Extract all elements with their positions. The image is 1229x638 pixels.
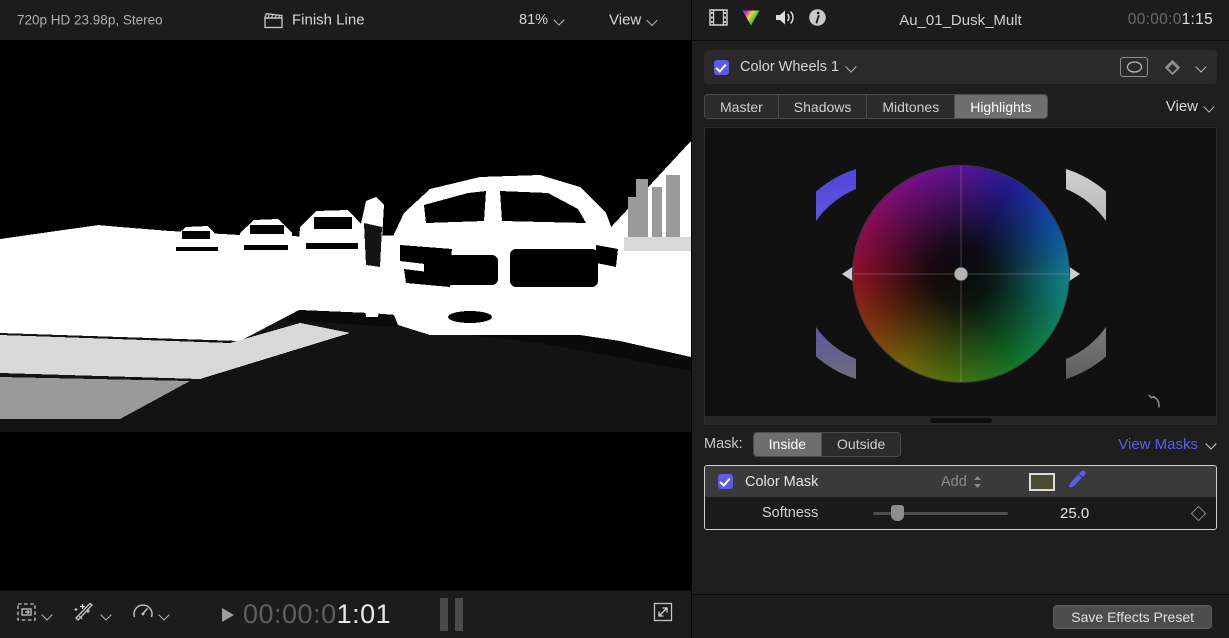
highlights-color-wheel[interactable] <box>816 144 1106 404</box>
chevron-down-icon <box>555 15 565 25</box>
tab-shadows[interactable]: Shadows <box>779 95 868 118</box>
zoom-level-menu[interactable]: 81% <box>519 12 565 28</box>
wheel-scrollbar-thumb[interactable] <box>930 418 992 423</box>
softness-slider-knob[interactable] <box>891 505 904 521</box>
inspector-timecode-dim: 00:00:0 <box>1128 11 1182 28</box>
inspector-header: Au_01_Dusk_Mult 00:00:01:15 <box>692 0 1229 41</box>
viewer-timecode-dim: 00:00:0 <box>243 599 337 629</box>
tab-segmented-control: Master Shadows Midtones Highlights <box>704 94 1048 119</box>
chevron-down-icon <box>1207 439 1217 449</box>
info-icon[interactable] <box>808 8 827 32</box>
up-down-arrows-icon <box>973 475 982 489</box>
color-wheel-area <box>704 127 1217 425</box>
chevron-down-icon <box>648 15 658 25</box>
inspector-timecode: 00:00:01:15 <box>1128 11 1213 29</box>
clapperboard-icon <box>264 12 283 28</box>
filmstrip-icon[interactable] <box>709 8 728 32</box>
mask-segmented-control: Inside Outside <box>753 432 902 457</box>
tab-highlights[interactable]: Highlights <box>955 95 1046 118</box>
playback-timecode-group[interactable]: 00:00:01:01 <box>222 599 391 630</box>
softness-row: Softness 25.0 <box>705 497 1216 529</box>
clip-info-label: 720p HD 23.98p, Stereo <box>17 13 163 28</box>
viewer-top-bar: 720p HD 23.98p, Stereo Finish Line 81% V… <box>0 0 691 41</box>
inspector-pane: Au_01_Dusk_Mult 00:00:01:15 Color Wheels… <box>691 0 1229 638</box>
view-masks-menu[interactable]: View Masks <box>1118 436 1217 453</box>
mask-label: Mask: <box>704 436 743 452</box>
color-mask-title: Color Mask <box>745 474 818 490</box>
chevron-down-icon <box>102 610 112 620</box>
color-mask-header-row: Color Mask Add <box>705 466 1216 497</box>
final-cut-pro-window: 720p HD 23.98p, Stereo Finish Line 81% V… <box>0 0 1229 638</box>
inspector-footer: Save Effects Preset <box>692 594 1229 638</box>
color-wheel-puck[interactable] <box>953 267 968 282</box>
zoom-level-label: 81% <box>519 12 548 28</box>
mask-row: Mask: Inside Outside View Masks <box>704 425 1217 463</box>
chevron-down-icon <box>43 610 53 620</box>
wheel-scrollbar-track[interactable] <box>705 416 1216 424</box>
view-masks-label: View Masks <box>1118 436 1198 453</box>
shape-mask-icon[interactable] <box>1120 57 1148 77</box>
mask-outside-option[interactable]: Outside <box>822 433 900 456</box>
wheel-view-menu[interactable]: View <box>1166 98 1217 115</box>
effect-name-label: Color Wheels 1 <box>740 59 839 75</box>
inspector-timecode-bright: 1:15 <box>1182 11 1213 28</box>
viewer-canvas[interactable] <box>0 41 691 590</box>
effect-header-controls <box>1120 57 1207 77</box>
chevron-down-icon <box>160 610 170 620</box>
speaker-icon[interactable] <box>774 8 795 32</box>
viewer-timecode-bright: 1:01 <box>337 599 392 629</box>
viewer-bottom-bar: 00:00:01:01 <box>0 590 691 638</box>
viewer-pane: 720p HD 23.98p, Stereo Finish Line 81% V… <box>0 0 691 638</box>
inspector-tab-icons <box>709 8 827 32</box>
viewer-timecode: 00:00:01:01 <box>243 599 391 630</box>
viewer-view-menu[interactable]: View <box>609 12 658 29</box>
color-mask-add-menu[interactable]: Add <box>941 474 982 490</box>
fullscreen-button[interactable] <box>653 602 673 627</box>
chevron-down-icon[interactable] <box>847 62 857 72</box>
magic-wand-icon <box>73 602 96 627</box>
project-name-group: Finish Line <box>264 12 365 29</box>
save-effects-preset-button[interactable]: Save Effects Preset <box>1053 605 1212 629</box>
wheel-view-label: View <box>1166 98 1198 115</box>
preview-image <box>0 127 691 432</box>
crop-transform-menu[interactable] <box>16 602 53 627</box>
enhance-menu[interactable] <box>73 602 112 627</box>
softness-value[interactable]: 25.0 <box>1060 505 1089 522</box>
chevron-down-icon[interactable] <box>1197 62 1207 72</box>
keyframe-diamond-icon[interactable] <box>1165 59 1181 75</box>
audio-level-bars <box>440 598 463 631</box>
tab-master[interactable]: Master <box>705 95 779 118</box>
softness-label: Softness <box>762 505 818 521</box>
eyedropper-icon[interactable] <box>1067 469 1087 494</box>
project-name-label: Finish Line <box>292 12 365 29</box>
color-mask-enabled-checkbox[interactable] <box>718 474 733 489</box>
viewer-tool-icons <box>16 602 170 627</box>
color-triangle-icon[interactable] <box>741 8 761 32</box>
speedometer-icon <box>132 602 154 627</box>
color-mask-swatch[interactable] <box>1029 473 1055 491</box>
effect-module-header: Color Wheels 1 <box>704 50 1217 84</box>
keyframe-diamond-icon[interactable] <box>1191 505 1207 521</box>
tab-midtones[interactable]: Midtones <box>867 95 955 118</box>
effect-enabled-checkbox[interactable] <box>714 60 729 75</box>
mask-inside-option[interactable]: Inside <box>754 433 822 456</box>
color-mask-add-label: Add <box>941 474 967 490</box>
retime-menu[interactable] <box>132 602 170 627</box>
color-mask-panel: Color Mask Add <box>704 465 1217 530</box>
viewer-view-label: View <box>609 12 641 29</box>
chevron-down-icon <box>1205 102 1215 112</box>
color-wheel-tabs: Master Shadows Midtones Highlights View <box>704 94 1217 119</box>
play-icon[interactable] <box>222 608 234 622</box>
reset-arrow-icon[interactable] <box>1146 393 1164 416</box>
crop-transform-icon <box>16 602 37 627</box>
